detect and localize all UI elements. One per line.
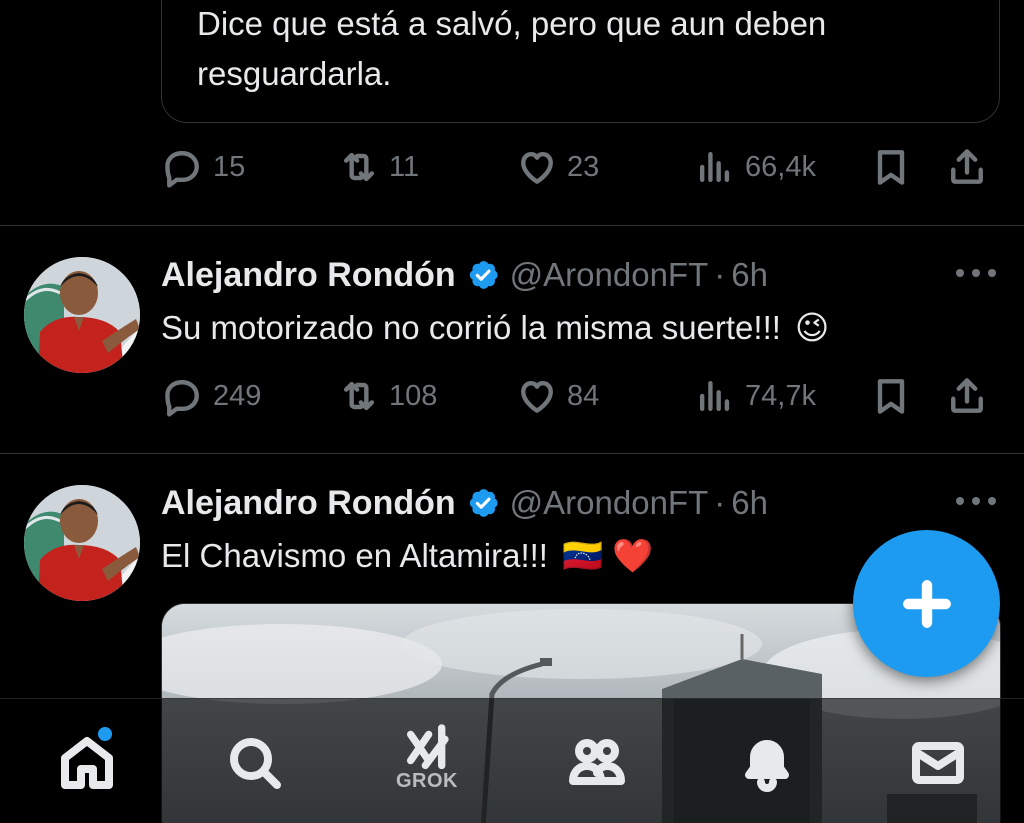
compose-button[interactable]	[853, 530, 1000, 677]
reply-button[interactable]: 249	[161, 372, 261, 420]
plus-icon	[902, 579, 951, 628]
timeline-screen: Dice que está a salvó, pero que aun debe…	[0, 0, 1024, 823]
reply-button[interactable]: 15	[161, 143, 245, 191]
share-icon	[951, 149, 983, 184]
separator-dot: ·	[714, 484, 726, 521]
reply-icon	[165, 151, 199, 188]
repost-button[interactable]: 108	[337, 372, 437, 420]
repost-icon	[343, 152, 375, 182]
reply-count: 15	[213, 150, 246, 183]
author-name[interactable]: Alejandro Rondón	[161, 256, 456, 295]
tweet-actions: 15 11 23 66,4k	[161, 143, 1001, 191]
like-count: 84	[567, 379, 600, 412]
reply-icon	[165, 380, 199, 417]
flag-heart-emoji: 🇻🇪 ❤️	[561, 537, 654, 574]
bottom-navigation-bar: GROK	[0, 698, 1024, 823]
repost-icon	[343, 381, 375, 411]
like-count: 23	[567, 150, 600, 183]
share-button[interactable]	[945, 372, 989, 420]
avatar-photo	[24, 485, 140, 601]
tweet[interactable]: Alejandro Rondón @ArondonFT · 6h Su moto…	[0, 225, 1024, 453]
envelope-icon	[912, 742, 964, 784]
heart-icon	[521, 380, 553, 413]
search-icon	[230, 738, 281, 789]
tweet-header: Alejandro Rondón @ArondonFT · 6h	[161, 252, 768, 298]
repost-count: 108	[389, 379, 438, 412]
avatar-photo	[24, 257, 140, 373]
separator-dot: ·	[714, 256, 726, 293]
avatar[interactable]	[24, 257, 140, 373]
verified-badge-icon	[469, 489, 498, 517]
bookmark-icon	[877, 150, 905, 185]
verified-badge-icon	[469, 261, 498, 289]
avatar[interactable]	[24, 485, 140, 601]
nav-notifications[interactable]	[732, 733, 802, 803]
views-icon	[699, 380, 730, 412]
tweet-body: El Chavismo en Altamira!!!	[161, 537, 548, 574]
tweet-text: El Chavismo en Altamira!!! 🇻🇪 ❤️	[161, 533, 653, 579]
author-handle[interactable]: @ArondonFT	[510, 484, 709, 522]
nav-communities[interactable]	[562, 733, 632, 803]
timestamp[interactable]: 6h	[731, 484, 768, 522]
share-icon	[951, 378, 983, 413]
views-button[interactable]: 66,4k	[693, 143, 816, 191]
nav-grok[interactable]: GROK	[392, 723, 462, 793]
bookmark-button[interactable]	[869, 372, 913, 420]
tweet-body: Su motorizado no corrió la misma suerte!…	[161, 309, 781, 346]
tweet-text: Su motorizado no corrió la misma suerte!…	[161, 305, 829, 351]
author-handle[interactable]: @ArondonFT	[510, 256, 709, 294]
tweet-actions: 249 108 84 74,7k	[161, 372, 1001, 420]
grok-icon	[406, 724, 449, 770]
quoted-tweet-card[interactable]: Dice que está a salvó, pero que aun debe…	[161, 0, 1000, 123]
wink-emoji: 😉	[794, 309, 830, 346]
like-button[interactable]: 23	[515, 143, 599, 191]
repost-count: 11	[389, 150, 420, 183]
like-button[interactable]: 84	[515, 372, 599, 420]
author-name[interactable]: Alejandro Rondón	[161, 484, 456, 523]
more-options-icon[interactable]	[956, 269, 996, 281]
views-icon	[699, 151, 730, 183]
grok-label: GROK	[396, 770, 458, 792]
notification-dot	[98, 727, 112, 741]
views-count: 66,4k	[745, 150, 816, 183]
bookmark-button[interactable]	[869, 143, 913, 191]
bell-icon	[745, 740, 789, 792]
views-button[interactable]: 74,7k	[693, 372, 816, 420]
nav-home[interactable]	[52, 733, 122, 803]
tweet-header: Alejandro Rondón @ArondonFT · 6h	[161, 480, 768, 526]
home-icon	[61, 737, 113, 789]
share-button[interactable]	[945, 143, 989, 191]
views-count: 74,7k	[745, 379, 816, 412]
more-options-icon[interactable]	[956, 497, 996, 509]
heart-icon	[521, 151, 553, 184]
quoted-tweet-text: Dice que está a salvó, pero que aun debe…	[197, 5, 827, 92]
nav-messages[interactable]	[903, 733, 973, 803]
timestamp[interactable]: 6h	[731, 256, 768, 294]
communities-icon	[569, 739, 625, 785]
bookmark-icon	[877, 379, 905, 414]
repost-button[interactable]: 11	[337, 143, 419, 191]
nav-search[interactable]	[220, 733, 290, 803]
reply-count: 249	[213, 379, 262, 412]
